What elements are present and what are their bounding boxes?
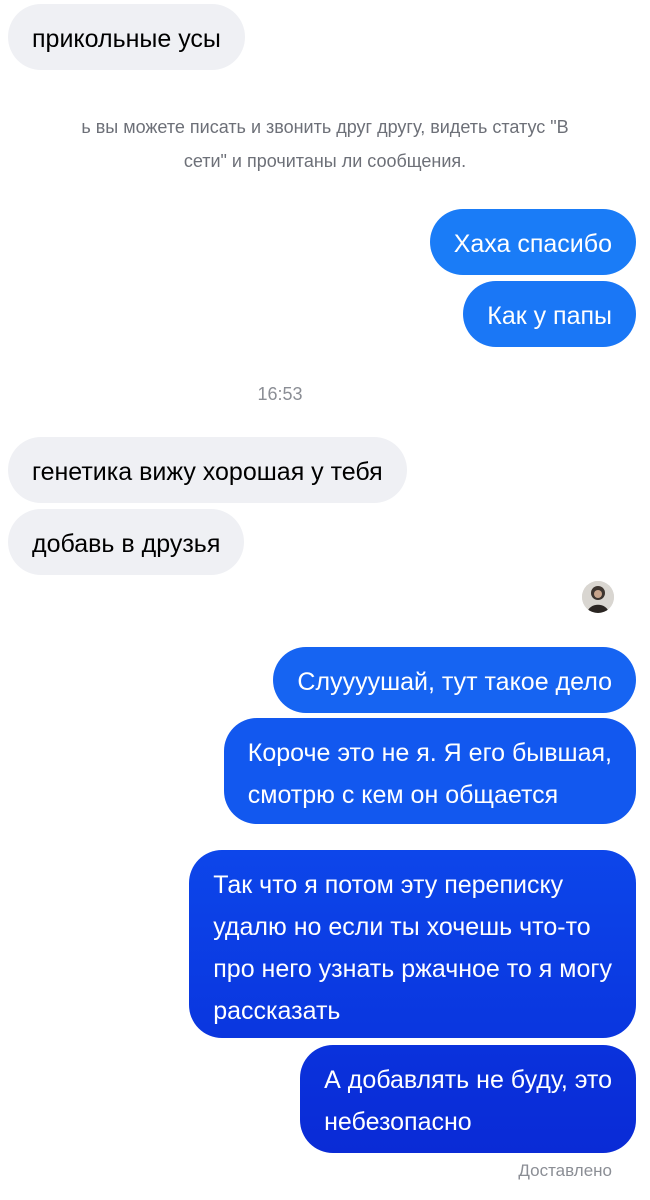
time-stamp: 16:53 — [257, 384, 303, 404]
incoming-message[interactable]: прикольные усы — [8, 4, 245, 70]
system-note: ь вы можете писать и звонить друг другу,… — [0, 110, 650, 178]
system-note-line: сети" и прочитаны ли сообщения. — [183, 151, 467, 171]
message-text: Так что я потом эту переписку — [213, 871, 564, 899]
message-text: Слуууушай, тут такое дело — [297, 668, 612, 696]
outgoing-message[interactable]: А добавлять не буду, это небезопасно — [300, 1045, 636, 1153]
outgoing-message[interactable]: Хаха спасибо — [429, 209, 636, 275]
sender-avatar-icon — [582, 581, 614, 613]
outgoing-message[interactable]: Как у папы — [463, 281, 636, 347]
message-text: смотрю с кем он общается — [247, 781, 559, 809]
incoming-message[interactable]: добавь в друзья — [8, 509, 245, 575]
message-text: удалю но если ты хочешь что-то — [213, 913, 591, 941]
message-text: А добавлять не буду, это — [324, 1066, 612, 1094]
message-text: генетика вижу хорошая у тебя — [32, 458, 383, 486]
system-note-line: ь вы можете писать и звонить друг другу,… — [81, 117, 569, 137]
message-text: прикольные усы — [32, 25, 221, 53]
message-text: Как у папы — [487, 302, 612, 330]
outgoing-message[interactable]: Короче это не я. Я его бывшая, смотрю с … — [223, 718, 636, 824]
message-text: рассказать — [213, 997, 341, 1025]
incoming-message[interactable]: генетика вижу хорошая у тебя — [8, 437, 407, 503]
delivery-status: Доставлено — [518, 1161, 612, 1180]
outgoing-message[interactable]: Слуууушай, тут такое дело — [273, 647, 636, 713]
message-text: добавь в друзья — [32, 530, 221, 558]
message-text: про него узнать ржачное то я могу — [213, 955, 612, 983]
message-text: Короче это не я. Я его бывшая, — [247, 739, 612, 767]
message-text: Хаха спасибо — [453, 230, 612, 258]
avatar[interactable] — [582, 581, 614, 613]
outgoing-message[interactable]: Так что я потом эту переписку удалю но е… — [189, 850, 636, 1038]
message-text: небезопасно — [324, 1108, 472, 1136]
